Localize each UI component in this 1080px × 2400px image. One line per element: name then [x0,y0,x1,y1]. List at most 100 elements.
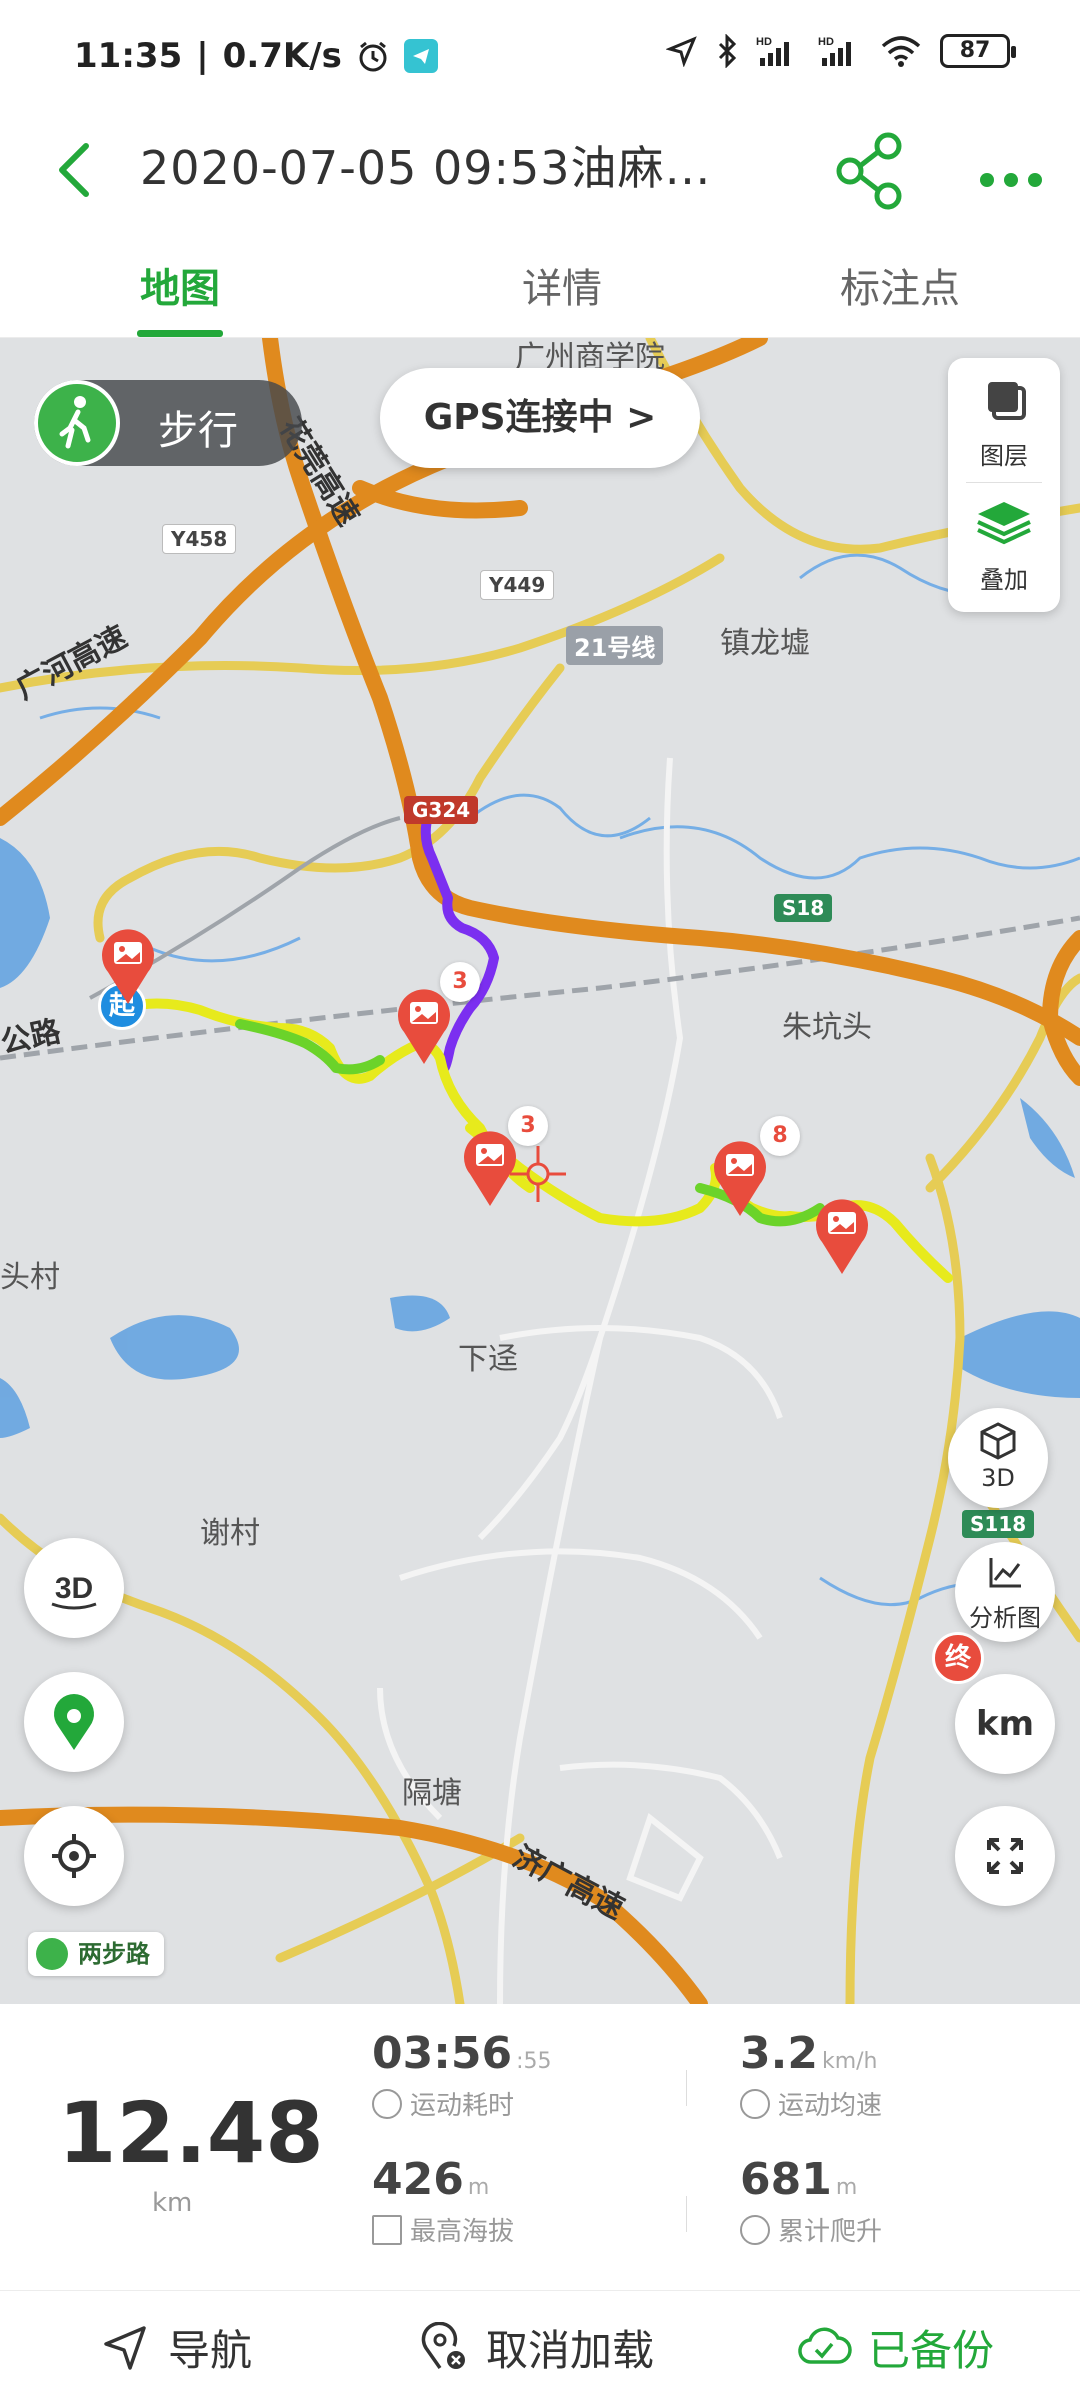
more-dots-icon [980,173,1042,187]
photo-count-badge: 3 [508,1106,548,1146]
avg-speed-stat: 3.2 km/h 运动均速 [740,2028,882,2122]
navigate-label: 导航 [168,2326,253,2375]
overlay-stack-icon [977,502,1031,545]
tab-details[interactable]: 详情 [442,256,682,314]
total-climb-unit: m [835,2175,858,2200]
photo-pin-icon[interactable] [394,986,454,1066]
activity-mode-label: 步行 [158,408,238,454]
cloud-check-icon [798,2327,852,2364]
backup-status-button[interactable]: 已备份 [796,2317,994,2378]
duration-value: 03:56 [372,2028,513,2079]
status-net-speed: 0.7K/s [222,36,342,76]
avg-speed-value: 3.2 [740,2028,818,2079]
telegram-icon [403,39,438,73]
layers-button[interactable]: 图层 [948,358,1060,482]
max-altitude-caption: 最高海拔 [410,2217,515,2247]
mountain-icon [372,2214,402,2245]
more-button[interactable] [975,136,1055,206]
cube-icon [980,1422,1016,1460]
battery-indicator: 87 [940,34,1016,68]
navigate-button[interactable]: 导航 [100,2317,252,2378]
tab-map[interactable]: 地图 [60,256,300,314]
layers-icon [988,382,1026,420]
3d-icon: 3D [51,1572,97,1610]
status-time: 11:35 [74,36,183,76]
svg-text:3D: 3D [55,1572,93,1605]
place-label: 朱坑头 [782,1010,872,1045]
brand-watermark: 两步路 [28,1932,164,1976]
share-button[interactable] [830,126,910,216]
road-badge: Y458 [162,524,237,554]
photo-pin-icon[interactable] [460,1128,520,1208]
status-bar: 11:35 | 0.7K/s HD HD 87 [0,0,1080,116]
map-3d-toggle-button[interactable]: 3D [24,1538,124,1638]
analysis-chart-label: 分析图 [969,1604,1041,1632]
activity-mode-pill[interactable]: 步行 [34,380,302,466]
unload-track-button[interactable]: 取消加载 [418,2317,654,2378]
line-chart-icon [989,1558,1021,1588]
max-altitude-value: 426 [372,2154,464,2205]
analysis-chart-button[interactable]: 分析图 [955,1542,1055,1642]
navigation-arrow-icon [104,2325,146,2370]
signal-hd2-icon: HD [818,36,851,66]
locate-me-button[interactable] [24,1806,124,1906]
crosshair-locate-icon [52,1834,96,1878]
fullscreen-icon [987,1838,1023,1874]
status-divider: | [196,36,209,76]
status-left: 11:35 | 0.7K/s [74,36,438,76]
layer-panel: 图层 叠加 [948,358,1060,612]
distance-unit: km [152,2188,193,2218]
road-badge: S118 [962,1510,1035,1538]
road-badge: 21号线 [566,626,664,665]
place-label: 镇龙墟 [720,626,810,661]
svg-text:HD: HD [818,36,834,48]
page-title: 2020-07-05 09:53油麻… [140,141,712,195]
bluetooth-icon [718,34,737,68]
back-button[interactable] [40,130,120,210]
duration-seconds: :55 [516,2049,552,2074]
unit-km-label: km [975,1704,1035,1744]
max-altitude-stat: 426 m 最高海拔 [372,2154,514,2248]
water-lines [39,553,1080,1607]
photo-pin-icon[interactable] [98,926,158,1006]
climb-icon [740,2214,770,2245]
share-icon [836,132,902,210]
signal-hd1-icon: HD [756,36,789,66]
footprint-button[interactable] [24,1672,124,1772]
road-badge: Y449 [480,570,555,600]
backup-status-label: 已备份 [868,2326,995,2375]
avg-speed-unit: km/h [821,2049,878,2074]
max-altitude-unit: m [467,2175,490,2200]
photo-pin-icon[interactable] [812,1196,872,1276]
view-3d-label: 3D [981,1464,1015,1492]
map-view[interactable]: 广州商学院 镇龙墟 朱坑头 下迳 谢村 隔塘 头村 花莞高速 广河高速 济广高速… [0,338,1080,2004]
location-arrow-icon [666,36,697,67]
place-label: 头村 [0,1260,60,1295]
railway [0,915,1080,1061]
fullscreen-button[interactable] [955,1806,1055,1906]
distance-value: 12.48 [58,2084,324,2182]
duration-stat: 03:56:55 运动耗时 [372,2028,551,2122]
header: 2020-07-05 09:53油麻… [0,116,1080,226]
avg-speed-caption: 运动均速 [778,2091,883,2121]
total-climb-stat: 681 m 累计爬升 [740,2154,882,2248]
tab-markers[interactable]: 标注点 [780,256,1020,314]
unit-km-button[interactable]: km [955,1674,1055,1774]
location-remove-icon [421,2321,465,2369]
wifi-icon [881,36,921,67]
speedometer-icon [740,2088,770,2119]
photo-pin-icon[interactable] [710,1138,770,1218]
chevron-left-icon [59,143,89,197]
unload-track-label: 取消加载 [486,2326,655,2375]
photo-count-badge: 8 [760,1116,800,1156]
overlay-button[interactable]: 叠加 [948,482,1060,606]
view-3d-button[interactable]: 3D [948,1408,1048,1508]
road-badge: S18 [774,894,833,922]
gps-status-button[interactable]: GPS连接中 > [380,368,700,468]
place-label: 隔塘 [402,1776,462,1811]
brand-label: 两步路 [78,1940,150,1968]
svg-text:HD: HD [756,36,772,48]
total-climb-caption: 累计爬升 [778,2217,883,2247]
photo-count-badge: 3 [440,962,480,1002]
footprint-pin-icon [54,1694,94,1750]
